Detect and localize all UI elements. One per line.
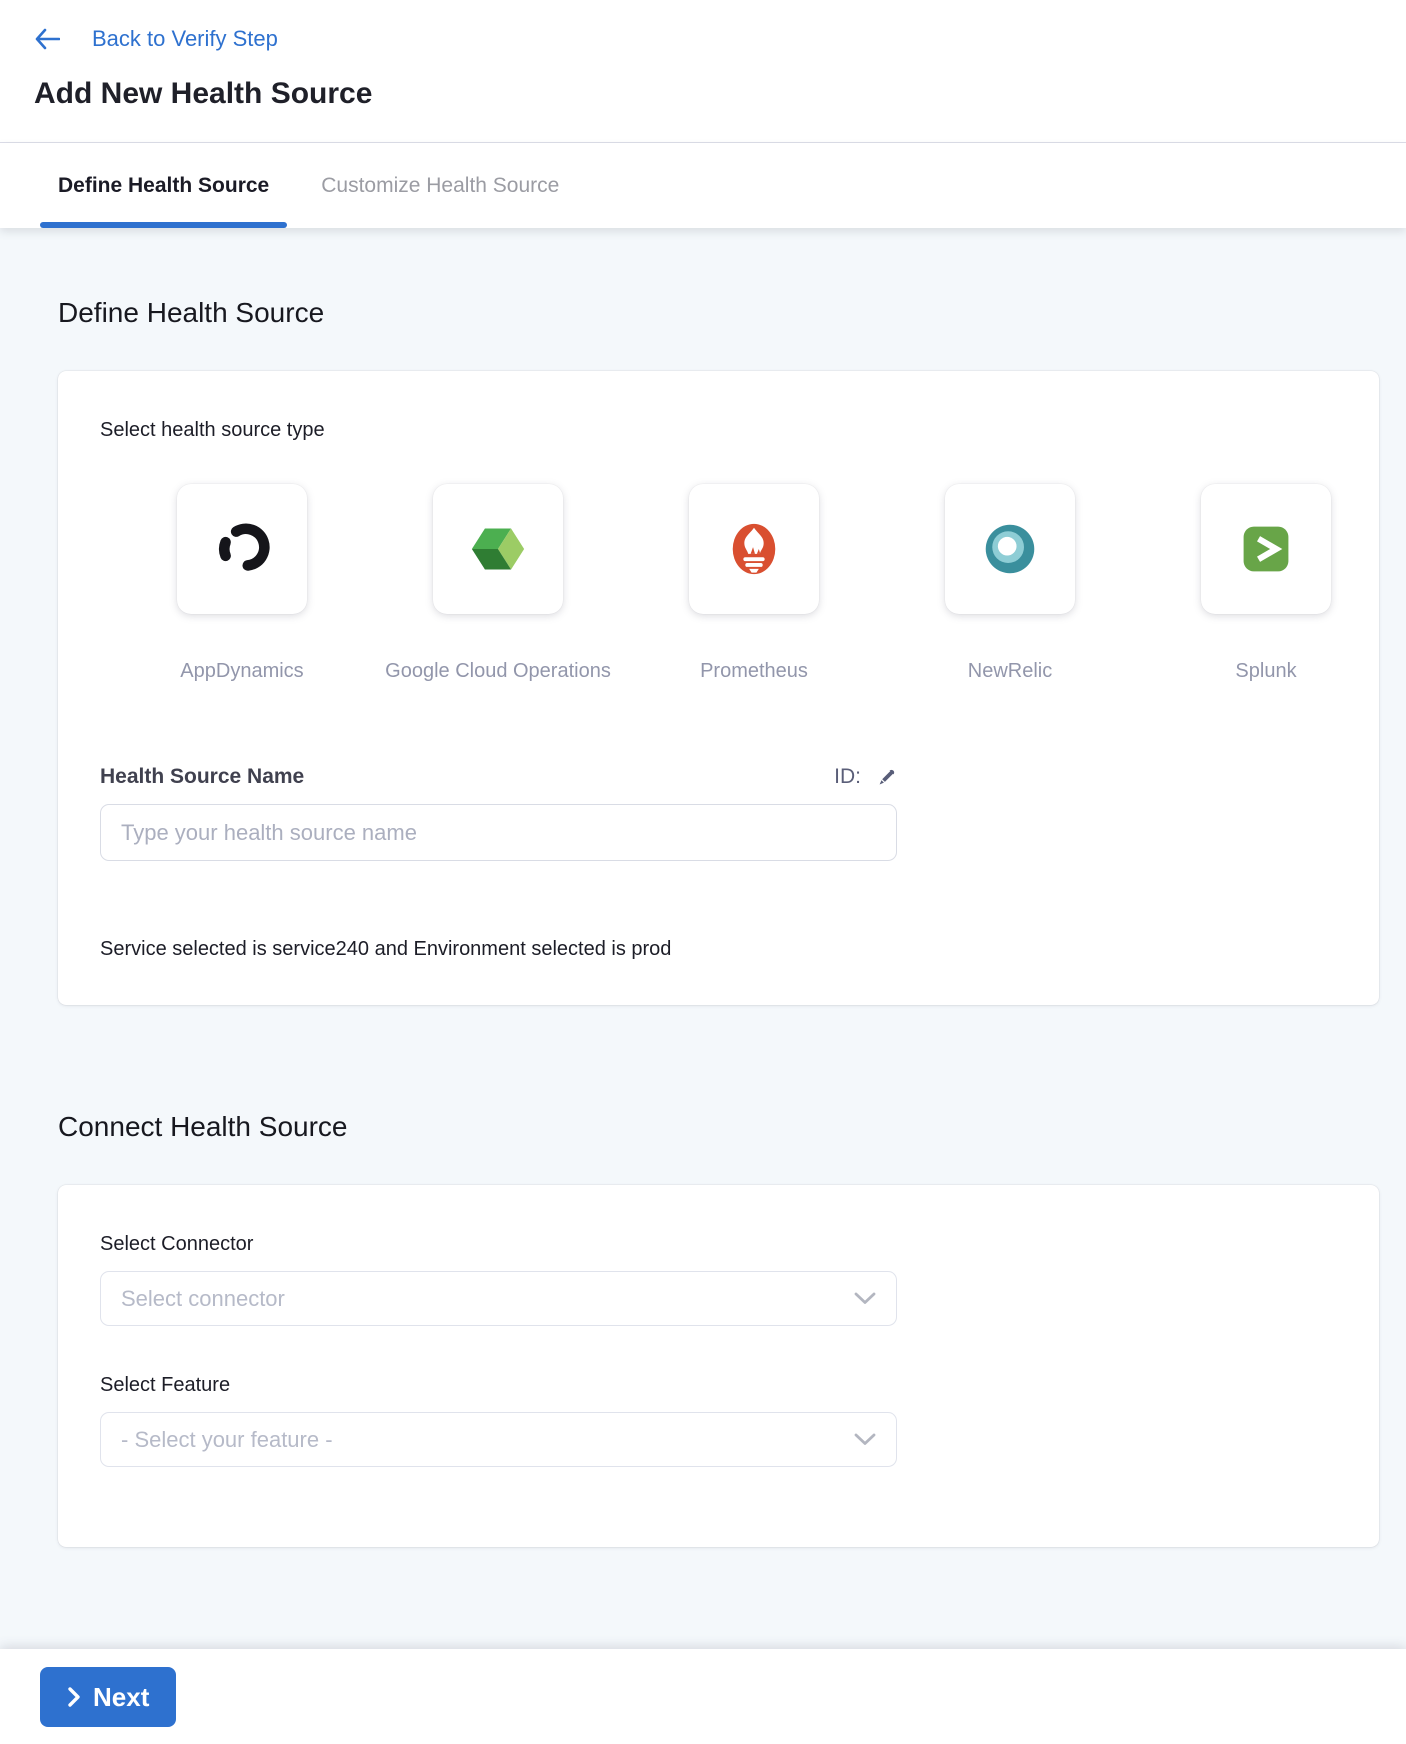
define-section-heading: Define Health Source: [58, 297, 1406, 329]
source-type-prometheus[interactable]: [689, 484, 819, 614]
source-type-splunk[interactable]: [1201, 484, 1331, 614]
drawer-content: Define Health Source Select health sourc…: [0, 228, 1406, 1649]
chevron-right-icon: [67, 1686, 81, 1708]
back-to-verify-step-link[interactable]: Back to Verify Step: [34, 26, 278, 52]
source-type-label: Splunk: [1235, 660, 1296, 683]
chevron-down-icon: [854, 1292, 876, 1305]
health-source-name-label: Health Source Name: [100, 765, 304, 789]
health-source-tabbar: Define Health Source Customize Health So…: [0, 143, 1406, 228]
connector-select[interactable]: Select connector: [100, 1271, 897, 1326]
splunk-icon: [1238, 521, 1294, 577]
select-connector-label: Select Connector: [100, 1233, 253, 1255]
source-type-label: Google Cloud Operations: [385, 660, 611, 683]
select-feature-label: Select Feature: [100, 1374, 1337, 1397]
tab-define-health-source[interactable]: Define Health Source: [40, 143, 287, 228]
selection-summary-text: Service selected is service240 and Envir…: [100, 938, 1337, 961]
connect-section-heading: Connect Health Source: [58, 1111, 1406, 1143]
pencil-icon: [876, 767, 897, 788]
connect-health-source-card: Select Connector Select connector Select…: [58, 1185, 1379, 1547]
health-source-name-row: Health Source Name ID:: [100, 765, 897, 789]
source-type-label: Prometheus: [700, 660, 808, 683]
back-link-label: Back to Verify Step: [92, 26, 278, 52]
source-type-appdynamics[interactable]: [177, 484, 307, 614]
prometheus-icon: [725, 520, 783, 578]
edit-id-button[interactable]: [876, 767, 897, 788]
source-type-label: NewRelic: [968, 660, 1052, 683]
define-health-source-card: Select health source type: [58, 371, 1379, 1005]
select-type-label: Select health source type: [100, 419, 1337, 442]
feature-select-placeholder: - Select your feature -: [121, 1427, 333, 1453]
google-cloud-operations-icon: [470, 521, 526, 577]
next-button[interactable]: Next: [40, 1667, 176, 1727]
back-arrow-icon: [34, 27, 60, 51]
connector-select-placeholder: Select connector: [121, 1286, 285, 1312]
appdynamics-icon: [213, 520, 271, 578]
tab-customize-health-source[interactable]: Customize Health Source: [303, 143, 577, 228]
feature-select[interactable]: - Select your feature -: [100, 1412, 897, 1467]
source-type-labels: AppDynamics Google Cloud Operations Prom…: [114, 660, 1337, 683]
source-type-tiles: [114, 484, 1337, 614]
id-label: ID:: [834, 765, 861, 789]
chevron-down-icon: [854, 1433, 876, 1446]
source-type-newrelic[interactable]: [945, 484, 1075, 614]
id-wrap: ID:: [834, 765, 897, 789]
newrelic-icon: [982, 521, 1038, 577]
source-type-label: AppDynamics: [180, 660, 303, 683]
source-type-google-cloud-operations[interactable]: [433, 484, 563, 614]
page-title: Add New Health Source: [34, 77, 1406, 111]
page-header: Back to Verify Step Add New Health Sourc…: [0, 0, 1406, 143]
health-source-name-input[interactable]: [100, 804, 897, 861]
next-button-label: Next: [93, 1682, 149, 1713]
drawer-footer: Next: [0, 1649, 1406, 1744]
